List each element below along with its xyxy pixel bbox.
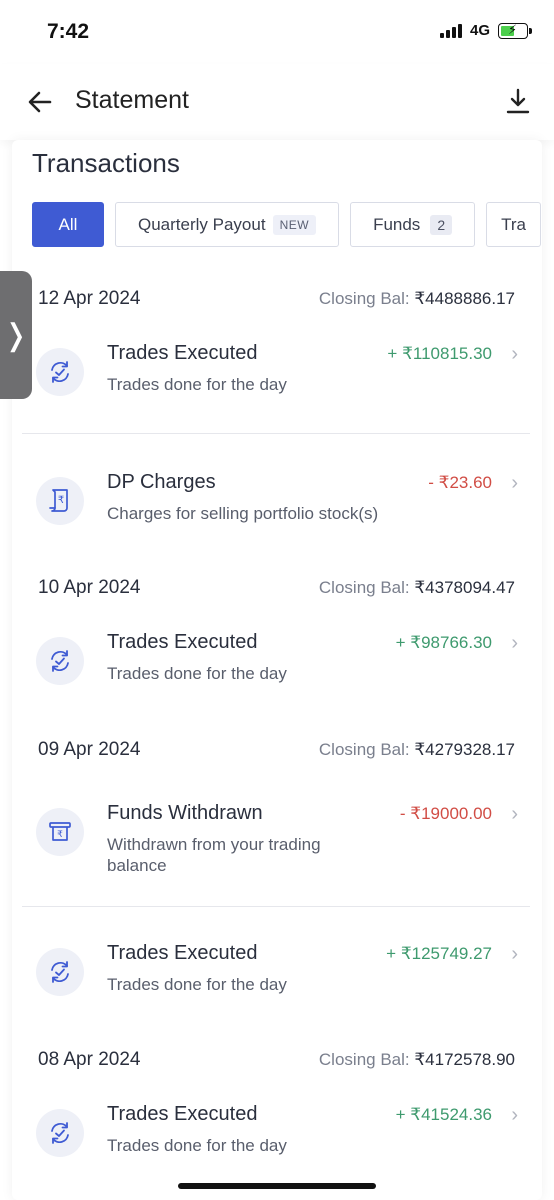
group-date: 09 Apr 2024 xyxy=(38,739,141,760)
transaction-amount: + ₹110815.30 xyxy=(387,344,492,363)
transaction-amount: + ₹98766.30 xyxy=(395,633,492,652)
transaction-subtitle: Trades done for the day xyxy=(107,975,287,994)
filter-chip-trades[interactable]: Tra xyxy=(486,202,541,247)
transaction-title: Trades Executed xyxy=(107,342,258,364)
page-title: Statement xyxy=(75,86,189,114)
filter-chip-label: All xyxy=(58,214,78,234)
divider xyxy=(22,906,530,907)
group-date: 12 Apr 2024 xyxy=(38,288,141,309)
filter-chip-label: Quarterly Payout xyxy=(138,214,266,234)
chevron-right-icon: ❭ xyxy=(3,318,29,352)
svg-text:₹: ₹ xyxy=(57,830,63,840)
transaction-title: Trades Executed xyxy=(107,942,258,964)
transaction-title: Trades Executed xyxy=(107,631,258,653)
transaction-subtitle: Trades done for the day xyxy=(107,1136,287,1155)
status-time: 7:42 xyxy=(47,20,90,43)
transaction-amount: - ₹23.60 xyxy=(428,473,492,492)
transactions-panel: Transactions All Quarterly Payout NEW Fu… xyxy=(12,140,542,1200)
date-header: 12 Apr 2024 Closing Bal: ₹4488886.17 xyxy=(38,288,515,310)
filter-chip-label: Funds xyxy=(373,214,421,234)
signal-icon xyxy=(439,23,462,38)
transaction-subtitle: Trades done for the day xyxy=(107,375,287,394)
group-date: 10 Apr 2024 xyxy=(38,577,141,598)
transaction-subtitle: Trades done for the day xyxy=(107,664,287,683)
closing-balance: Closing Bal: ₹4378094.47 xyxy=(318,578,515,597)
svg-text:₹: ₹ xyxy=(58,495,64,506)
chevron-right-icon: › xyxy=(511,943,518,965)
filter-chip-all[interactable]: All xyxy=(32,202,104,247)
trades-sync-icon xyxy=(36,637,84,685)
date-header: 10 Apr 2024 Closing Bal: ₹4378094.47 xyxy=(38,577,515,599)
back-arrow-icon[interactable] xyxy=(26,88,54,116)
filter-chips: All Quarterly Payout NEW Funds 2 Tra xyxy=(32,202,541,247)
transaction-amount: + ₹125749.27 xyxy=(386,944,492,963)
chevron-right-icon: › xyxy=(511,1104,518,1126)
trades-sync-icon xyxy=(36,1109,84,1157)
trades-sync-icon xyxy=(36,948,84,996)
closing-balance: Closing Bal: ₹4172578.90 xyxy=(318,1050,515,1069)
transaction-title: Funds Withdrawn xyxy=(107,802,263,824)
new-badge: NEW xyxy=(272,214,317,235)
divider xyxy=(22,433,530,434)
status-bar: 7:42 4G ⚡ xyxy=(0,0,554,64)
chevron-right-icon: › xyxy=(511,472,518,494)
filter-chip-quarterly-payout[interactable]: Quarterly Payout NEW xyxy=(115,202,340,247)
closing-balance: Closing Bal: ₹4279328.17 xyxy=(318,740,515,759)
transaction-title: Trades Executed xyxy=(107,1103,258,1125)
chevron-right-icon: › xyxy=(511,343,518,365)
date-header: 08 Apr 2024 Closing Bal: ₹4172578.90 xyxy=(38,1049,515,1071)
filter-chip-label: Tra xyxy=(501,214,526,234)
receipt-rupee-icon: ₹ xyxy=(36,477,84,525)
transaction-subtitle: Charges for selling portfolio stock(s) xyxy=(107,504,379,523)
download-icon[interactable] xyxy=(504,86,532,116)
network-type: 4G xyxy=(469,22,490,39)
transaction-amount: + ₹41524.36 xyxy=(395,1105,492,1124)
chevron-right-icon: › xyxy=(511,803,518,825)
transaction-amount: - ₹19000.00 xyxy=(399,804,492,823)
transaction-title: DP Charges xyxy=(107,471,216,493)
withdraw-rupee-icon: ₹ xyxy=(36,808,84,856)
date-header: 09 Apr 2024 Closing Bal: ₹4279328.17 xyxy=(38,739,515,761)
group-date: 08 Apr 2024 xyxy=(38,1049,141,1070)
filter-chip-funds[interactable]: Funds 2 xyxy=(350,202,476,247)
trades-sync-icon xyxy=(36,348,84,396)
count-badge: 2 xyxy=(430,214,453,235)
app-header: Statement xyxy=(0,64,554,140)
chevron-right-icon: › xyxy=(511,632,518,654)
battery-icon: ⚡ xyxy=(498,22,532,39)
home-indicator[interactable] xyxy=(178,1183,376,1189)
section-title: Transactions xyxy=(32,148,180,178)
transaction-subtitle: Withdrawn from your trading balance xyxy=(107,835,321,875)
closing-balance: Closing Bal: ₹4488886.17 xyxy=(318,289,515,308)
status-indicators: 4G ⚡ xyxy=(439,22,532,39)
side-drawer-handle[interactable]: ❭ xyxy=(0,271,32,399)
